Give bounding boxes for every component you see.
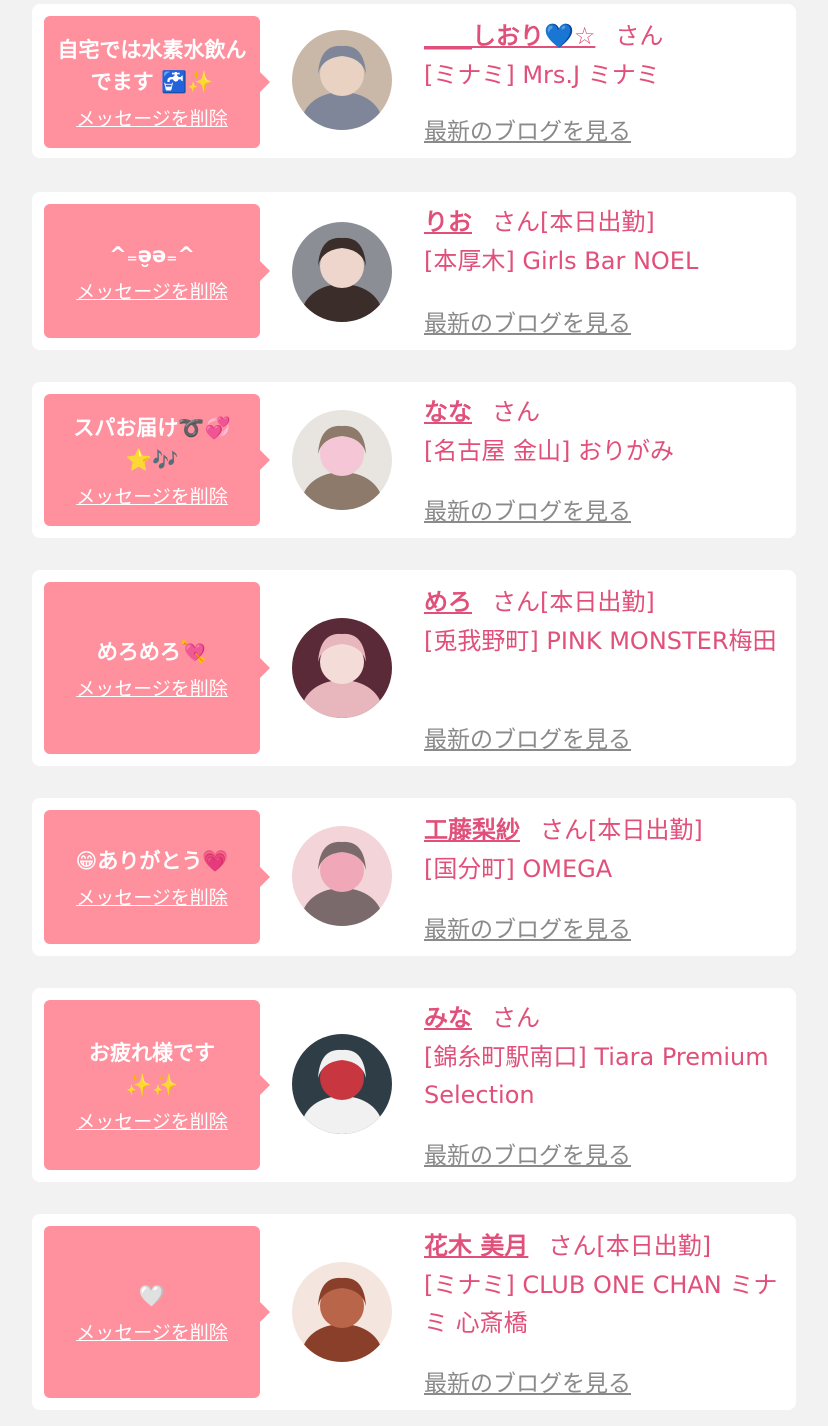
message-bubble: お疲れ様です ✨✨ メッセージを削除	[44, 1000, 270, 1170]
attendance-status: [本日出勤]	[540, 588, 655, 616]
message-card: 自宅では水素水飲んでます 🚰✨ メッセージを削除 ____しおり💙☆ さん [ミナミ] …	[32, 4, 796, 158]
avatar[interactable]	[292, 222, 392, 322]
message-bubble: 😁ありがとう💗 メッセージを削除	[44, 810, 270, 944]
delete-message-link[interactable]: メッセージを削除	[76, 482, 228, 509]
latest-blog-link[interactable]: 最新のブログを見る	[424, 720, 631, 754]
message-text: お疲れ様です ✨✨	[89, 1040, 215, 1097]
name-line: みな さん	[424, 1000, 784, 1036]
cast-name-link[interactable]: 花木 美月	[424, 1232, 528, 1260]
shop-name: [ミナミ] CLUB ONE CHAN ミナミ 心斎橋	[424, 1271, 778, 1337]
shop-name: [兎我野町] PINK MONSTER梅田	[424, 627, 777, 655]
avatar[interactable]	[292, 1034, 392, 1134]
avatar[interactable]	[292, 1262, 392, 1362]
message-card: ^₌ə̮ə₌^ メッセージを削除 りお さん[本日出勤] [本厚木] Girls Bar…	[32, 192, 796, 350]
message-card: 😁ありがとう💗 メッセージを削除 工藤梨紗 さん[本日出勤] [国分町] OMEGA 最新…	[32, 798, 796, 956]
avatar[interactable]	[292, 618, 392, 718]
message-list: 自宅では水素水飲んでます 🚰✨ メッセージを削除 ____しおり💙☆ さん [ミナミ] …	[0, 0, 828, 1426]
cast-info: りお さん[本日出勤] [本厚木] Girls Bar NOEL	[424, 204, 784, 280]
message-text: 自宅では水素水飲んでます 🚰✨	[57, 37, 247, 94]
message-bubble: 🤍 メッセージを削除	[44, 1226, 270, 1398]
latest-blog-link[interactable]: 最新のブログを見る	[424, 1136, 631, 1170]
honorific: さん	[540, 816, 588, 844]
shop-name: [国分町] OMEGA	[424, 855, 613, 883]
cast-name-link[interactable]: なな	[424, 398, 472, 426]
delete-message-link[interactable]: メッセージを削除	[76, 1318, 228, 1345]
message-bubble: めろめろ💘 メッセージを削除	[44, 582, 270, 754]
cast-info: 工藤梨紗 さん[本日出勤] [国分町] OMEGA	[424, 812, 784, 888]
cast-name-link[interactable]: みな	[424, 1004, 472, 1032]
honorific: さん	[548, 1232, 597, 1260]
message-text: スパお届け➰💞 ⭐🎶	[73, 415, 231, 472]
name-line: なな さん	[424, 394, 784, 430]
shop-name: [名古屋 金山] おりがみ	[424, 437, 674, 465]
message-card: めろめろ💘 メッセージを削除 めろ さん[本日出勤] [兎我野町] PINK MONST…	[32, 570, 796, 766]
delete-message-link[interactable]: メッセージを削除	[76, 1107, 228, 1134]
latest-blog-link[interactable]: 最新のブログを見る	[424, 304, 631, 338]
message-text: めろめろ💘	[96, 639, 208, 664]
delete-message-link[interactable]: メッセージを削除	[76, 104, 228, 131]
latest-blog-link[interactable]: 最新のブログを見る	[424, 1364, 631, 1398]
message-card: スパお届け➰💞 ⭐🎶 メッセージを削除 なな さん [名古屋 金山] おりがみ最新のブロ…	[32, 382, 796, 538]
latest-blog-link[interactable]: 最新のブログを見る	[424, 492, 631, 526]
shop-name: [ミナミ] Mrs.J ミナミ	[424, 61, 660, 89]
attendance-status: [本日出勤]	[540, 208, 655, 236]
latest-blog-link[interactable]: 最新のブログを見る	[424, 112, 631, 146]
shop-name: [本厚木] Girls Bar NOEL	[424, 247, 699, 275]
honorific: さん	[492, 208, 540, 236]
latest-blog-link[interactable]: 最新のブログを見る	[424, 910, 631, 944]
honorific: さん	[492, 1004, 540, 1032]
delete-message-link[interactable]: メッセージを削除	[76, 883, 228, 910]
cast-name-link[interactable]: 工藤梨紗	[424, 816, 520, 844]
cast-name-link[interactable]: めろ	[424, 588, 472, 616]
honorific: さん	[492, 398, 540, 426]
message-card: 🤍 メッセージを削除 花木 美月 さん[本日出勤] [ミナミ] CLUB ONE CHA…	[32, 1214, 796, 1410]
cast-info: みな さん [錦糸町駅南口] Tiara Premium Selection	[424, 1000, 784, 1114]
avatar[interactable]	[292, 410, 392, 510]
honorific: さん	[615, 22, 664, 50]
cast-info: ____しおり💙☆ さん [ミナミ] Mrs.J ミナミ	[424, 18, 784, 94]
shop-name: [錦糸町駅南口] Tiara Premium Selection	[424, 1043, 769, 1109]
attendance-status: [本日出勤]	[596, 1232, 712, 1260]
message-bubble: 自宅では水素水飲んでます 🚰✨ メッセージを削除	[44, 16, 270, 148]
message-text: 😁ありがとう💗	[75, 848, 229, 873]
name-line: 工藤梨紗 さん[本日出勤]	[424, 812, 784, 848]
delete-message-link[interactable]: メッセージを削除	[76, 674, 228, 701]
message-bubble: スパお届け➰💞 ⭐🎶 メッセージを削除	[44, 394, 270, 526]
avatar[interactable]	[292, 826, 392, 926]
cast-info: めろ さん[本日出勤] [兎我野町] PINK MONSTER梅田	[424, 584, 784, 660]
cast-info: なな さん [名古屋 金山] おりがみ	[424, 394, 784, 470]
honorific: さん	[492, 588, 540, 616]
attendance-status: [本日出勤]	[588, 816, 703, 844]
avatar[interactable]	[292, 30, 392, 130]
message-text: ^₌ə̮ə₌^	[109, 242, 195, 267]
delete-message-link[interactable]: メッセージを削除	[76, 277, 228, 304]
name-line: 花木 美月 さん[本日出勤]	[424, 1228, 784, 1264]
message-card: お疲れ様です ✨✨ メッセージを削除 みな さん [錦糸町駅南口] Tiara Prem…	[32, 988, 796, 1182]
message-text: 🤍	[138, 1283, 166, 1308]
name-line: めろ さん[本日出勤]	[424, 584, 784, 620]
message-bubble: ^₌ə̮ə₌^ メッセージを削除	[44, 204, 270, 338]
cast-name-link[interactable]: ____しおり💙☆	[424, 22, 595, 50]
cast-info: 花木 美月 さん[本日出勤] [ミナミ] CLUB ONE CHAN ミナミ 心斎橋	[424, 1228, 784, 1342]
name-line: ____しおり💙☆ さん	[424, 18, 784, 54]
cast-name-link[interactable]: りお	[424, 208, 472, 236]
name-line: りお さん[本日出勤]	[424, 204, 784, 240]
